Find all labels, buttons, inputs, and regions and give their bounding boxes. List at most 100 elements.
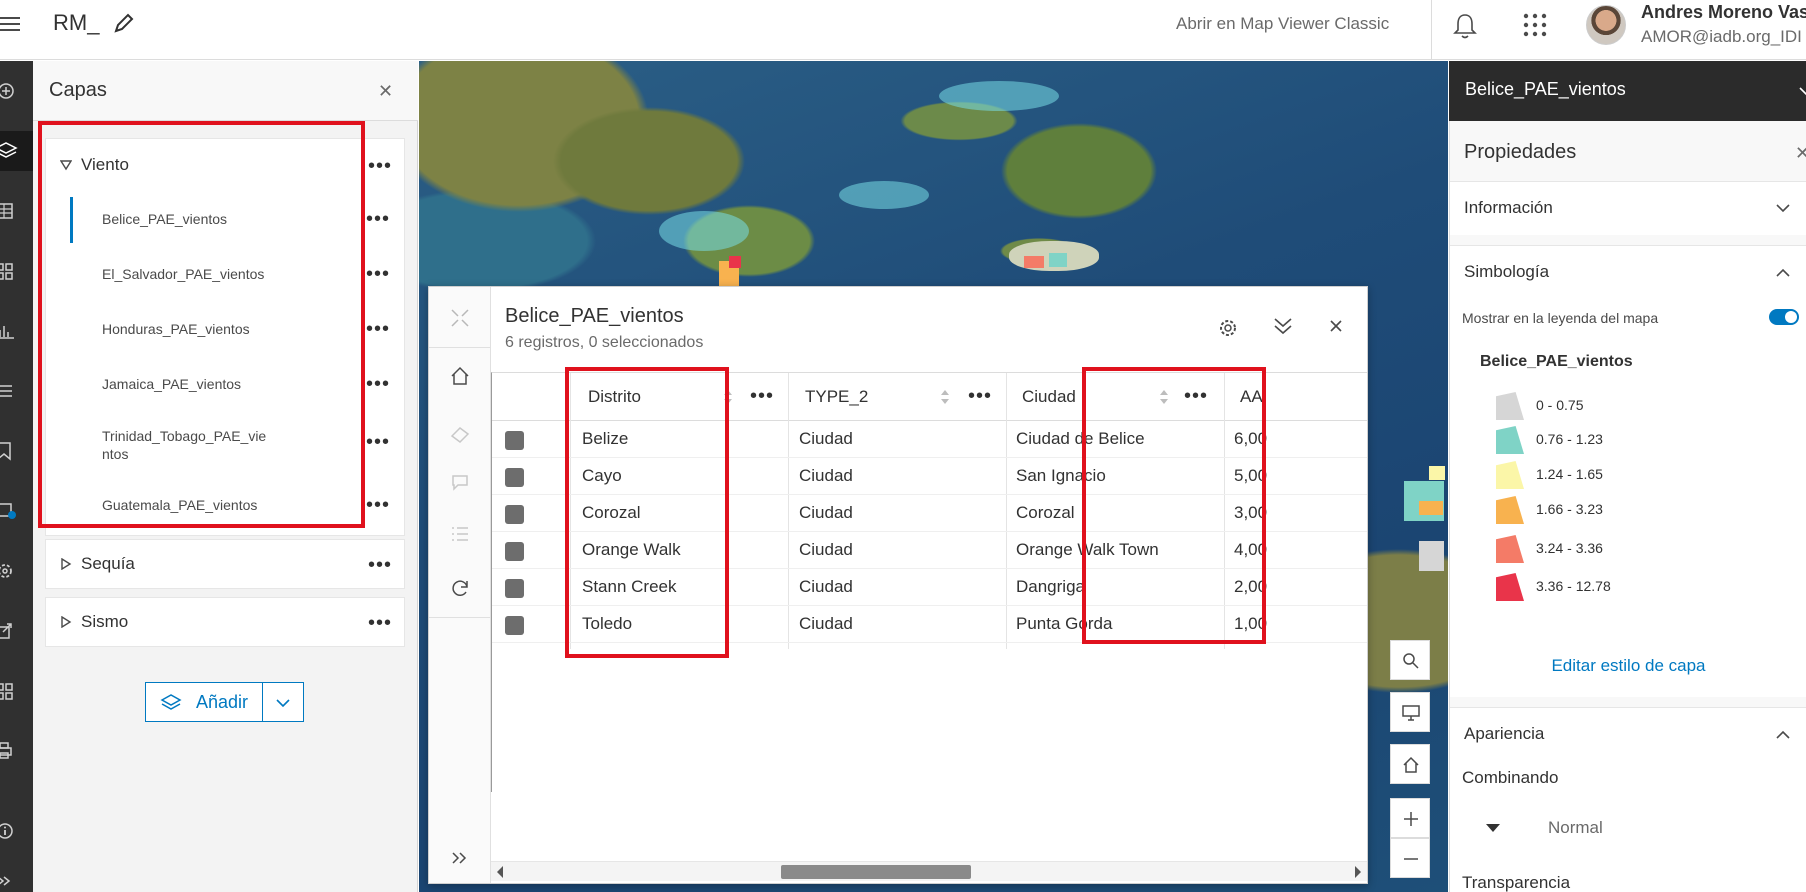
layer-item-honduras[interactable]: Honduras_PAE_vientos ••• <box>46 303 406 361</box>
scroll-right-arrow[interactable] <box>1355 866 1361 878</box>
chevron-double-down-icon[interactable] <box>1272 315 1294 337</box>
table-row[interactable]: Toledo Ciudad Punta Gorda 1,00 <box>492 606 1367 643</box>
rail-bookmark-icon[interactable] <box>0 431 33 471</box>
rail-chart-icon[interactable] <box>0 311 33 351</box>
zoom-in-button[interactable] <box>1390 798 1430 838</box>
legend-item[interactable]: 1.66 - 3.23 <box>1496 496 1746 524</box>
rail-widgets-icon[interactable] <box>0 251 33 291</box>
rail-apps-icon[interactable] <box>0 671 33 711</box>
legend-toggle[interactable] <box>1769 309 1799 325</box>
eraser-icon[interactable] <box>449 423 471 445</box>
gear-icon[interactable] <box>1217 317 1239 339</box>
sort-icon[interactable] <box>939 387 951 407</box>
table-row[interactable]: Orange Walk Ciudad Orange Walk Town 4,00 <box>492 532 1367 569</box>
edit-layer-style-link[interactable]: Editar estilo de capa <box>1450 656 1806 676</box>
rail-table-icon[interactable] <box>0 191 33 231</box>
menu-icon[interactable] <box>0 14 20 34</box>
row-select-checkbox[interactable] <box>505 579 524 598</box>
collapse-icon[interactable] <box>449 307 471 329</box>
refresh-icon[interactable] <box>449 577 471 599</box>
group-header[interactable]: Viento ••• <box>46 139 406 191</box>
caret-right-icon[interactable] <box>60 558 72 570</box>
rail-print-icon[interactable] <box>0 731 33 771</box>
rail-basemap-icon[interactable] <box>0 491 33 531</box>
avatar[interactable] <box>1586 5 1626 45</box>
rail-info-icon[interactable] <box>0 811 33 851</box>
layer-item-belice[interactable]: Belice_PAE_vientos ••• <box>46 191 406 249</box>
rail-layers-icon[interactable] <box>0 131 33 171</box>
legend-item[interactable]: 0 - 0.75 <box>1496 392 1746 420</box>
row-select-checkbox[interactable] <box>505 505 524 524</box>
table-row[interactable]: Stann Creek Ciudad Dangriga 2,00 <box>492 569 1367 606</box>
more-options-icon[interactable]: ••• <box>366 264 390 284</box>
row-select-checkbox[interactable] <box>505 616 524 635</box>
column-header-type[interactable]: TYPE_2 <box>805 387 868 407</box>
more-options-icon[interactable]: ••• <box>366 495 390 515</box>
layer-item-el-salvador[interactable]: El_Salvador_PAE_vientos ••• <box>46 249 406 303</box>
column-header-aa[interactable]: AA <box>1240 387 1263 407</box>
table-row[interactable]: Corozal Ciudad Corozal 3,00 <box>492 495 1367 532</box>
layer-item-jamaica[interactable]: Jamaica_PAE_vientos ••• <box>46 361 406 419</box>
layer-group-sismo[interactable]: Sismo ••• <box>45 597 405 647</box>
list-icon[interactable] <box>449 523 471 545</box>
layer-item-guatemala[interactable]: Guatemala_PAE_vientos ••• <box>46 479 406 535</box>
open-classic-link[interactable]: Abrir en Map Viewer Classic <box>1176 14 1389 34</box>
map-screen-button[interactable] <box>1390 692 1430 732</box>
sort-icon[interactable] <box>1158 387 1170 407</box>
more-options-icon[interactable]: ••• <box>368 156 392 176</box>
map-home-button[interactable] <box>1390 744 1430 784</box>
caret-right-icon[interactable] <box>60 616 72 628</box>
chevron-up-icon[interactable] <box>1776 730 1790 740</box>
column-menu-icon[interactable]: ••• <box>968 385 992 408</box>
legend-item[interactable]: 1.24 - 1.65 <box>1496 461 1746 489</box>
map-search-button[interactable] <box>1390 640 1430 680</box>
rail-legend-icon[interactable] <box>0 371 33 411</box>
comment-icon[interactable] <box>449 471 471 493</box>
zoom-out-button[interactable] <box>1390 838 1430 878</box>
row-select-checkbox[interactable] <box>505 542 524 561</box>
rail-settings-icon[interactable] <box>0 551 33 591</box>
close-icon[interactable]: ✕ <box>378 81 393 102</box>
column-menu-icon[interactable]: ••• <box>1184 385 1208 408</box>
rail-expand-icon[interactable] <box>0 861 33 892</box>
column-menu-icon[interactable]: ••• <box>750 385 774 408</box>
legend-item[interactable]: 3.24 - 3.36 <box>1496 535 1746 563</box>
blend-mode-select[interactable]: Normal <box>1548 818 1603 838</box>
more-options-icon[interactable]: ••• <box>368 555 392 575</box>
chevron-up-icon[interactable] <box>1776 268 1790 278</box>
add-dropdown-button[interactable] <box>262 682 304 722</box>
expand-icon[interactable] <box>449 847 471 869</box>
table-row[interactable]: Belize Ciudad Ciudad de Belice 6,00 <box>492 421 1367 458</box>
more-options-icon[interactable]: ••• <box>366 432 390 452</box>
more-options-icon[interactable]: ••• <box>368 613 392 633</box>
more-options-icon[interactable]: ••• <box>366 374 390 394</box>
layer-group-sequia[interactable]: Sequía ••• <box>45 539 405 589</box>
row-select-checkbox[interactable] <box>505 468 524 487</box>
close-icon[interactable]: ✕ <box>1795 143 1806 164</box>
column-header-ciudad[interactable]: Ciudad <box>1022 387 1076 407</box>
bell-icon[interactable] <box>1452 12 1478 40</box>
horizontal-scrollbar[interactable] <box>491 861 1367 881</box>
layer-item-trinidad[interactable]: Trinidad_Tobago_PAE_vie ntos ••• <box>46 419 406 479</box>
scrollbar-thumb[interactable] <box>781 865 971 879</box>
apps-grid-icon[interactable] <box>1522 12 1548 38</box>
pencil-icon[interactable] <box>113 12 135 34</box>
sort-icon[interactable] <box>722 387 734 407</box>
caret-down-icon[interactable] <box>60 159 72 171</box>
close-icon[interactable] <box>1327 317 1345 335</box>
row-select-checkbox[interactable] <box>505 431 524 450</box>
rail-share-icon[interactable] <box>0 611 33 651</box>
legend-item[interactable]: 3.36 - 12.78 <box>1496 573 1746 601</box>
caret-down-icon[interactable] <box>1486 824 1500 832</box>
rail-add-icon[interactable] <box>0 71 33 111</box>
column-header-distrito[interactable]: Distrito <box>588 387 641 407</box>
chevron-down-icon[interactable] <box>1776 204 1790 214</box>
chevron-down-icon[interactable] <box>1799 87 1806 97</box>
more-options-icon[interactable]: ••• <box>366 319 390 339</box>
scroll-left-arrow[interactable] <box>497 866 503 878</box>
more-options-icon[interactable]: ••• <box>366 209 390 229</box>
section-informacion[interactable]: Información <box>1450 181 1806 235</box>
legend-item[interactable]: 0.76 - 1.23 <box>1496 426 1746 454</box>
table-row[interactable]: Cayo Ciudad San Ignacio 5,00 <box>492 458 1367 495</box>
home-icon[interactable] <box>449 365 471 387</box>
